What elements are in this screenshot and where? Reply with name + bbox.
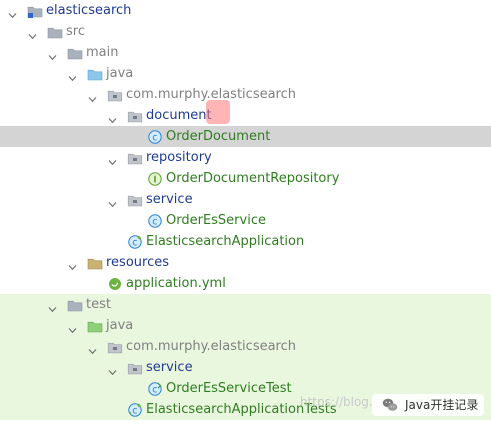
test-service-package-label: service xyxy=(146,360,193,375)
package-icon xyxy=(127,192,143,208)
order-es-service-class-label: OrderEsService xyxy=(166,213,266,228)
order-es-service-test-class-label: OrderEsServiceTest xyxy=(166,381,292,396)
document-package-row[interactable]: document xyxy=(0,105,491,126)
spring-yml-icon xyxy=(107,276,123,292)
repository-package-label: repository xyxy=(146,150,212,165)
spring-boot-test-class-icon: c xyxy=(127,402,143,418)
interface-icon xyxy=(147,171,163,187)
resources-folder-icon xyxy=(87,255,103,271)
expand-arrow-icon[interactable] xyxy=(28,27,37,40)
spring-boot-class-icon: c xyxy=(127,234,143,250)
svg-text:c: c xyxy=(152,216,157,227)
expand-arrow-icon[interactable] xyxy=(68,258,77,271)
expand-arrow-icon[interactable] xyxy=(68,69,77,82)
expand-arrow-icon[interactable] xyxy=(8,6,17,19)
test-package-label: com.murphy.elasticsearch xyxy=(126,339,296,354)
package-main-row[interactable]: com.murphy.elasticsearch xyxy=(0,84,491,105)
order-document-class-row[interactable]: c OrderDocument xyxy=(0,126,491,147)
expand-arrow-icon[interactable] xyxy=(108,195,117,208)
folder-icon xyxy=(47,24,63,40)
expand-arrow-icon[interactable] xyxy=(108,111,117,124)
folder-icon xyxy=(67,297,83,313)
order-document-repository-interface-label: OrderDocumentRepository xyxy=(166,171,340,186)
svg-text:c: c xyxy=(152,384,157,395)
test-folder-label: test xyxy=(86,297,111,312)
expand-arrow-icon[interactable] xyxy=(48,300,57,313)
expand-arrow-icon[interactable] xyxy=(88,90,97,103)
src-folder-row[interactable]: src xyxy=(0,21,491,42)
source-folder-icon xyxy=(87,66,103,82)
expand-arrow-icon[interactable] xyxy=(68,321,77,334)
resources-folder-label: resources xyxy=(106,255,170,270)
main-folder-label: main xyxy=(86,45,119,60)
class-icon: c xyxy=(147,213,163,229)
package-icon xyxy=(127,360,143,376)
test-java-folder-row[interactable]: java xyxy=(0,315,491,336)
src-folder-label: src xyxy=(66,24,85,39)
wechat-badge-label: Java开挂记录 xyxy=(405,398,479,412)
project-root-row[interactable]: elasticsearch xyxy=(0,0,491,21)
svg-text:c: c xyxy=(132,405,137,416)
wechat-icon xyxy=(382,398,398,411)
main-folder-row[interactable]: main xyxy=(0,42,491,63)
repository-package-row[interactable]: repository xyxy=(0,147,491,168)
order-document-repository-interface-row[interactable]: OrderDocumentRepository xyxy=(0,168,491,189)
resources-folder-row[interactable]: resources xyxy=(0,252,491,273)
svg-text:c: c xyxy=(152,132,157,143)
order-es-service-class-row[interactable]: c OrderEsService xyxy=(0,210,491,231)
elasticsearch-application-class-label: ElasticsearchApplication xyxy=(146,234,305,249)
project-root-label: elasticsearch xyxy=(46,3,132,18)
package-icon xyxy=(127,150,143,166)
service-package-row[interactable]: service xyxy=(0,189,491,210)
test-package-row[interactable]: com.murphy.elasticsearch xyxy=(0,336,491,357)
test-folder-row[interactable]: test xyxy=(0,294,491,315)
expand-arrow-icon[interactable] xyxy=(88,342,97,355)
expand-arrow-icon[interactable] xyxy=(108,153,117,166)
test-class-icon: c xyxy=(147,381,163,397)
search-overlay xyxy=(206,100,230,124)
document-package-label: document xyxy=(146,108,212,123)
expand-arrow-icon[interactable] xyxy=(108,363,117,376)
java-folder-row[interactable]: java xyxy=(0,63,491,84)
project-tree: elasticsearch src main java com.murphy.elast… xyxy=(0,0,491,428)
package-icon xyxy=(107,339,123,355)
package-icon xyxy=(127,108,143,124)
application-yml-file-row[interactable]: application.yml xyxy=(0,273,491,294)
service-package-label: service xyxy=(146,192,193,207)
order-document-class-label: OrderDocument xyxy=(166,129,271,144)
svg-text:c: c xyxy=(132,237,137,248)
application-yml-file-label: application.yml xyxy=(126,276,226,291)
expand-arrow-icon[interactable] xyxy=(48,48,57,61)
java-folder-label: java xyxy=(106,66,134,81)
class-icon: c xyxy=(147,129,163,145)
test-java-folder-label: java xyxy=(106,318,134,333)
test-source-folder-icon xyxy=(87,318,103,334)
package-icon xyxy=(107,87,123,103)
folder-module-icon xyxy=(27,3,43,19)
folder-icon xyxy=(67,45,83,61)
test-service-package-row[interactable]: service xyxy=(0,357,491,378)
elasticsearch-application-class-row[interactable]: c ElasticsearchApplication xyxy=(0,231,491,252)
